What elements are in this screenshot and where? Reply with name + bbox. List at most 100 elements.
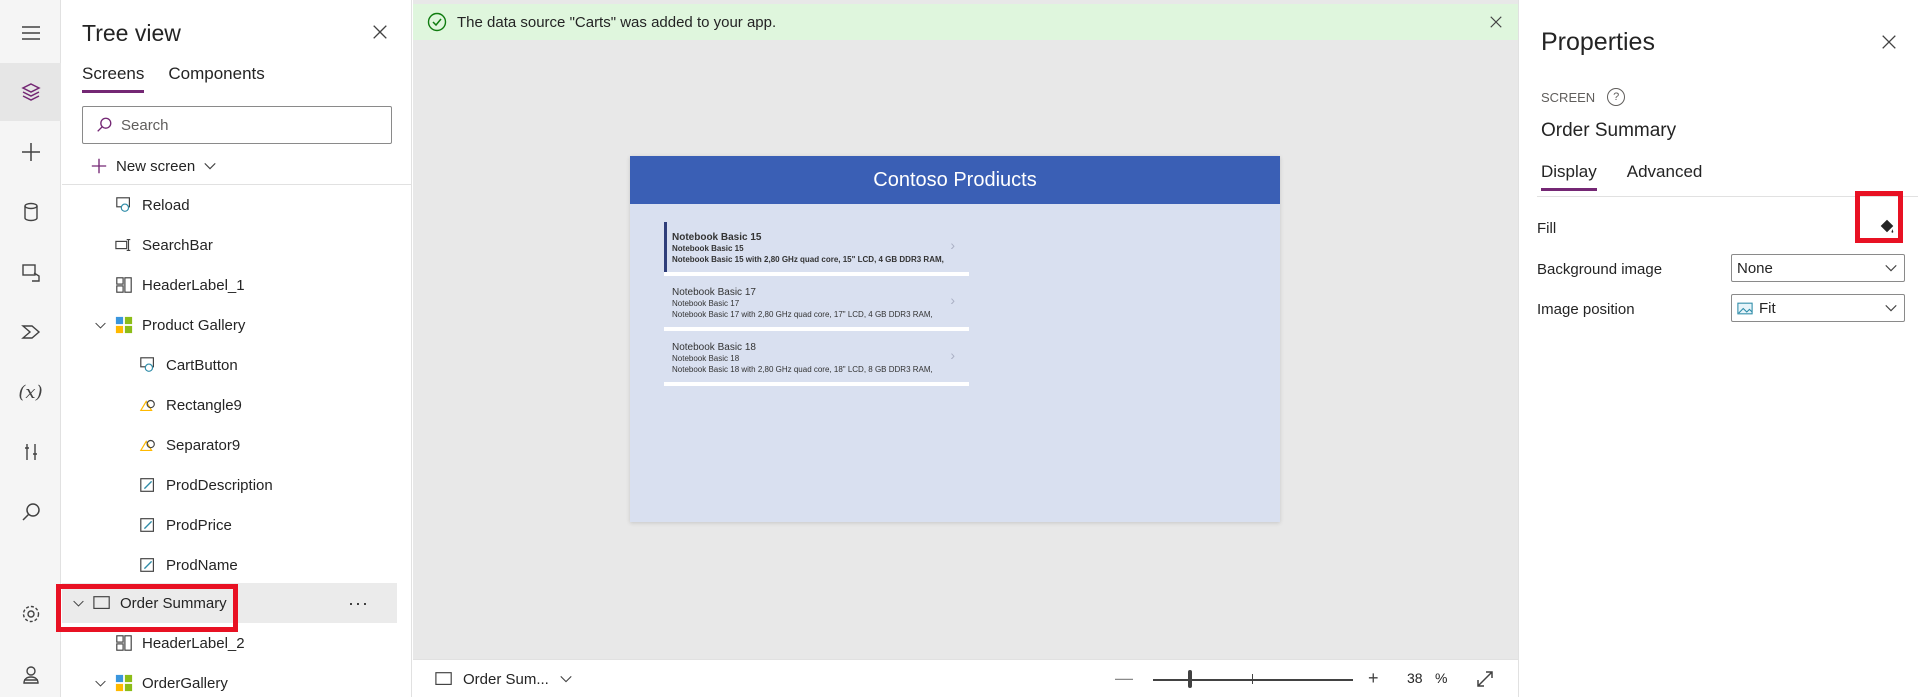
tree-item-proddescription[interactable]: ProdDescription	[62, 465, 397, 505]
tab-advanced[interactable]: Advanced	[1627, 162, 1703, 191]
tree-item-label: HeaderLabel_1	[142, 276, 245, 294]
chevron-right-icon[interactable]: ›	[950, 348, 955, 362]
app-header: Contoso Prodiucts	[630, 156, 1280, 204]
button-icon	[114, 195, 134, 215]
search-input[interactable]	[121, 116, 361, 134]
tree-item-label: ProdDescription	[166, 476, 273, 494]
tab-display[interactable]: Display	[1541, 162, 1597, 191]
item-title: Notebook Basic 17	[672, 287, 756, 298]
power-automate-icon[interactable]	[0, 303, 61, 361]
notification-text: The data source "Carts" was added to you…	[457, 13, 777, 31]
selection-bar	[664, 222, 667, 274]
gallery-item[interactable]: Notebook Basic 17 Notebook Basic 17 Note…	[664, 277, 969, 331]
tree-view-icon[interactable]	[0, 63, 61, 121]
text-input-icon	[114, 235, 134, 255]
advanced-tools-icon[interactable]	[0, 423, 61, 481]
insert-icon[interactable]	[0, 123, 61, 181]
tree-view-title: Tree view	[82, 20, 181, 46]
zoom-value[interactable]: 38	[1407, 670, 1423, 686]
tree-item-rectangle9[interactable]: Rectangle9	[62, 385, 397, 425]
tree-item-searchbar[interactable]: SearchBar	[62, 225, 397, 265]
chevron-down-icon[interactable]	[92, 675, 108, 691]
canvas-area: The data source "Carts" was added to you…	[413, 0, 1518, 697]
object-name: Order Summary	[1541, 120, 1677, 141]
tree-item-prodprice[interactable]: ProdPrice	[62, 505, 397, 545]
shape-icon	[138, 435, 158, 455]
edit-label-icon	[138, 555, 158, 575]
close-icon[interactable]	[1486, 12, 1506, 32]
chevron-down-icon[interactable]	[92, 317, 108, 333]
screen-icon	[435, 672, 452, 685]
gallery-item[interactable]: Notebook Basic 15 Notebook Basic 15 Note…	[664, 222, 969, 276]
settings-icon[interactable]	[0, 585, 61, 643]
background-image-select[interactable]: None	[1731, 254, 1905, 282]
tree-item-prodname[interactable]: ProdName	[62, 545, 397, 585]
separator	[664, 382, 969, 386]
tree-item-cartbutton[interactable]: CartButton	[62, 345, 397, 385]
tree-item-ordergallery[interactable]: OrderGallery	[62, 663, 397, 697]
image-position-value: Fit	[1759, 299, 1776, 317]
highlight-box	[56, 584, 238, 632]
variables-icon[interactable]: (𝑥)	[0, 363, 61, 421]
object-kind: SCREEN ?	[1541, 88, 1626, 106]
item-description: Notebook Basic 15 with 2,80 GHz quad cor…	[672, 255, 944, 264]
image-position-select[interactable]: Fit	[1731, 294, 1905, 322]
layout-icon	[114, 633, 134, 653]
tab-screens[interactable]: Screens	[82, 64, 145, 93]
background-image-value: None	[1737, 259, 1773, 277]
chevron-down-icon[interactable]	[1884, 261, 1898, 275]
help-icon[interactable]: ?	[1607, 88, 1626, 106]
fill-label: Fill	[1537, 220, 1557, 237]
screen-selector[interactable]: Order Sum...	[435, 670, 573, 688]
tab-components[interactable]: Components	[168, 64, 264, 93]
tree-item-label: Separator9	[166, 436, 241, 454]
zoom-in-button[interactable]: +	[1368, 668, 1379, 689]
notification-bar: The data source "Carts" was added to you…	[413, 4, 1518, 40]
tree-item-reload[interactable]: Reload	[62, 185, 397, 225]
gallery-item[interactable]: Notebook Basic 18 Notebook Basic 18 Note…	[664, 332, 969, 386]
close-icon[interactable]	[1879, 32, 1899, 52]
item-subtitle: Notebook Basic 17	[672, 299, 740, 308]
chevron-right-icon[interactable]: ›	[950, 238, 955, 252]
shape-icon	[138, 395, 158, 415]
item-title: Notebook Basic 15	[672, 232, 762, 243]
gallery-icon	[114, 673, 134, 693]
media-icon[interactable]	[0, 243, 61, 301]
zoom-unit: %	[1435, 670, 1448, 686]
chevron-down-icon[interactable]	[203, 159, 217, 173]
item-subtitle: Notebook Basic 18	[672, 354, 740, 363]
new-screen-button[interactable]: New screen	[90, 154, 217, 178]
image-position-label: Image position	[1537, 301, 1635, 318]
chevron-right-icon[interactable]: ›	[950, 293, 955, 307]
status-bar: Order Sum... — + 38 %	[413, 659, 1518, 697]
search-icon[interactable]	[0, 483, 61, 541]
fit-to-window-icon[interactable]	[1475, 669, 1495, 689]
tree-item-product-gallery[interactable]: Product Gallery	[62, 305, 397, 345]
search-field[interactable]	[82, 106, 392, 144]
search-icon	[97, 117, 112, 132]
properties-title: Properties	[1541, 28, 1655, 56]
chevron-down-icon[interactable]	[559, 672, 573, 686]
zoom-slider[interactable]	[1153, 679, 1353, 681]
zoom-tick	[1252, 674, 1253, 684]
more-options-icon[interactable]: ···	[348, 593, 369, 614]
gallery-icon	[114, 315, 134, 335]
data-icon[interactable]	[0, 183, 61, 241]
app-screen-preview[interactable]: Contoso Prodiucts Notebook Basic 15 Note…	[630, 156, 1280, 522]
item-title: Notebook Basic 18	[672, 342, 756, 353]
menu-icon[interactable]	[0, 4, 61, 62]
tree-item-headerlabel-1[interactable]: HeaderLabel_1	[62, 265, 397, 305]
new-screen-label: New screen	[116, 157, 196, 175]
tree-item-separator9[interactable]: Separator9	[62, 425, 397, 465]
close-icon[interactable]	[368, 20, 392, 44]
tree-tabs: Screens Components	[82, 64, 265, 93]
zoom-slider-thumb[interactable]	[1188, 670, 1192, 688]
item-subtitle: Notebook Basic 15	[672, 244, 744, 253]
virtual-agent-icon[interactable]	[0, 646, 61, 697]
tree-item-label: ProdPrice	[166, 516, 232, 534]
properties-panel: Properties SCREEN ? Order Summary Displa…	[1518, 0, 1918, 697]
chevron-down-icon[interactable]	[1884, 301, 1898, 315]
edit-label-icon	[138, 475, 158, 495]
button-icon	[138, 355, 158, 375]
zoom-out-button[interactable]: —	[1115, 668, 1133, 689]
